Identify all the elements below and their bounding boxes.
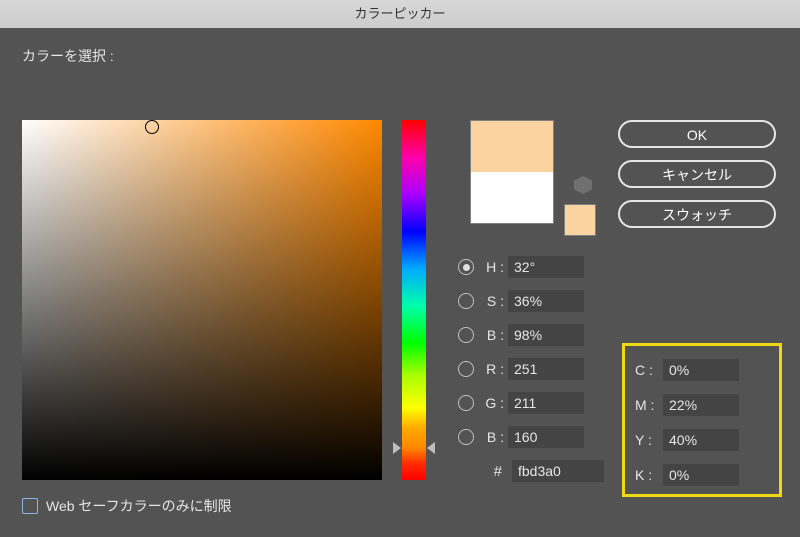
m-input[interactable] [663, 394, 739, 416]
ok-button[interactable]: OK [618, 120, 776, 148]
g-input[interactable] [508, 392, 584, 414]
hue-arrow-left-icon [393, 442, 401, 454]
y-label: Y : [635, 432, 663, 448]
b-hsb-radio[interactable] [458, 327, 474, 343]
websafe-label: Web セーフカラーのみに制限 [46, 496, 232, 516]
s-label: S : [478, 293, 508, 309]
c-input[interactable] [663, 359, 739, 381]
websafe-checkbox[interactable] [22, 498, 38, 514]
r-radio[interactable] [458, 361, 474, 377]
b-hsb-label: B : [478, 327, 508, 343]
y-input[interactable] [663, 429, 739, 451]
h-radio[interactable] [458, 259, 474, 275]
window-title: カラーピッカー [354, 6, 445, 21]
sv-cursor-icon [145, 120, 159, 134]
window-titlebar: カラーピッカー [0, 0, 800, 28]
r-input[interactable] [508, 358, 584, 380]
b-rgb-label: B : [478, 429, 508, 445]
m-label: M : [635, 397, 663, 413]
g-label: G : [478, 395, 508, 411]
b-rgb-radio[interactable] [458, 429, 474, 445]
cmyk-highlight-box: C : M : Y : K : [622, 343, 782, 497]
h-input[interactable] [508, 256, 584, 278]
b-rgb-input[interactable] [508, 426, 584, 448]
swatch-button[interactable]: スウォッチ [618, 200, 776, 228]
hex-input[interactable] [512, 460, 604, 482]
cube-icon [574, 176, 592, 194]
g-radio[interactable] [458, 395, 474, 411]
cancel-button[interactable]: キャンセル [618, 160, 776, 188]
current-color-swatch[interactable] [471, 121, 553, 172]
nearest-swatch[interactable] [564, 204, 596, 236]
hue-arrow-right-icon [427, 442, 435, 454]
c-label: C : [635, 362, 663, 378]
k-label: K : [635, 467, 663, 483]
select-color-label: カラーを選択 : [22, 46, 778, 66]
b-hsb-input[interactable] [508, 324, 584, 346]
previous-color-swatch[interactable] [471, 172, 553, 223]
r-label: R : [478, 361, 508, 377]
k-input[interactable] [663, 464, 739, 486]
hue-slider[interactable] [402, 120, 426, 480]
color-swatch-compare [470, 120, 554, 224]
hex-label: # [458, 463, 512, 480]
s-input[interactable] [508, 290, 584, 312]
h-label: H : [478, 259, 508, 275]
s-radio[interactable] [458, 293, 474, 309]
saturation-value-field[interactable] [22, 120, 382, 480]
